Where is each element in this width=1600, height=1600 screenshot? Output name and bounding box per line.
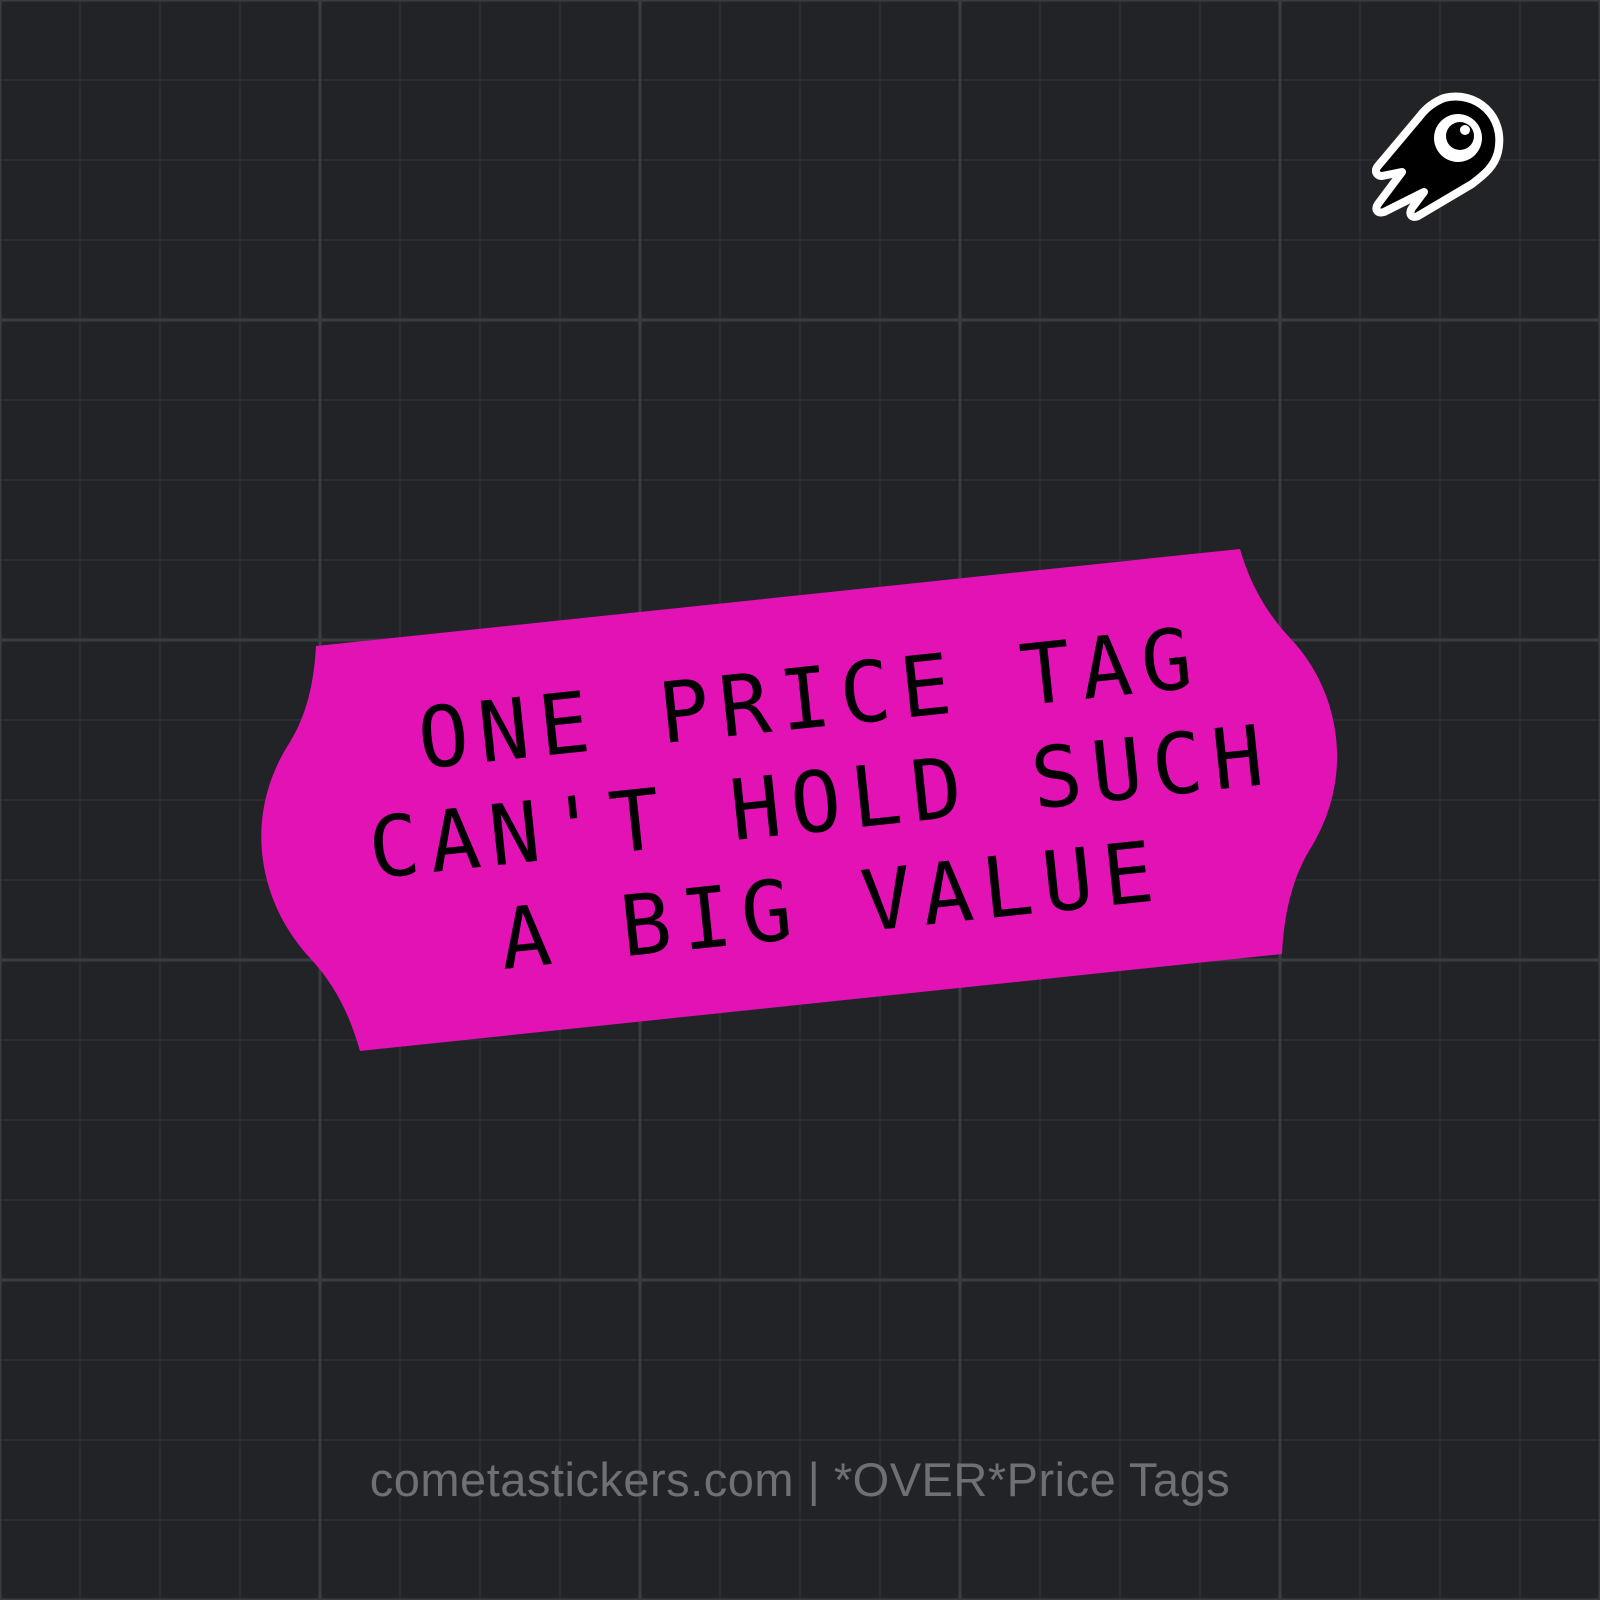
footer-caption: cometastickers.com | *OVER*Price Tags bbox=[369, 1453, 1231, 1506]
